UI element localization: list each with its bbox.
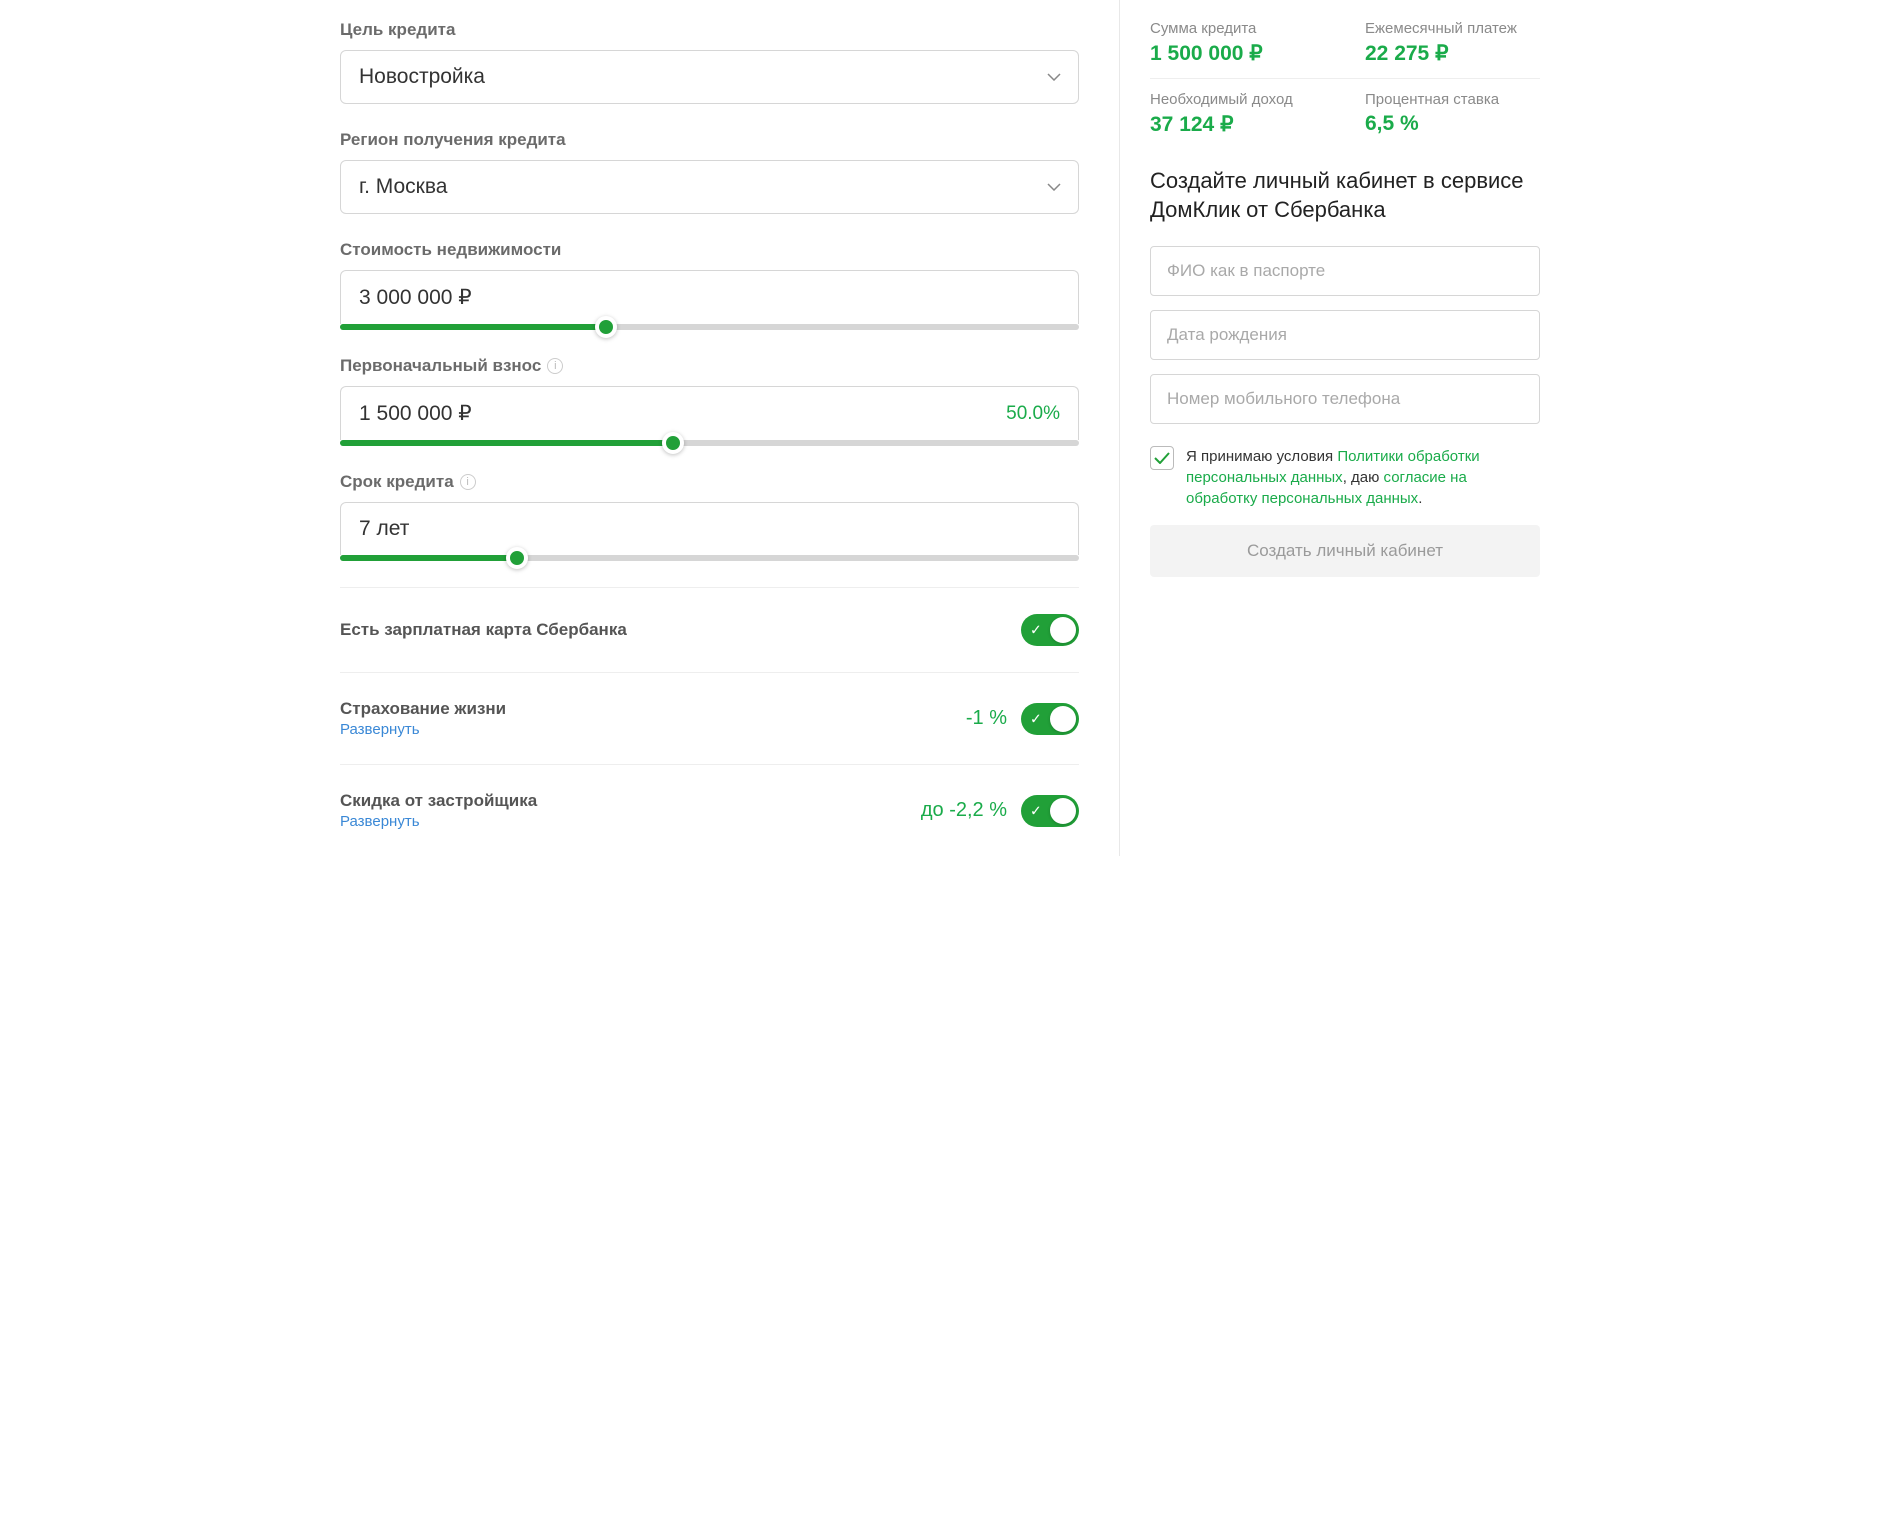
summary-loan-value: 1 500 000 ₽ (1150, 41, 1325, 66)
price-value: 3 000 000 ₽ (359, 285, 472, 310)
summary-rate-value: 6,5 % (1365, 112, 1540, 136)
divider (340, 672, 1079, 673)
life-insurance-label: Страхование жизни (340, 699, 506, 719)
check-icon: ✓ (1030, 802, 1042, 819)
builder-discount-value: до -2,2 % (921, 799, 1007, 822)
info-icon[interactable]: i (547, 358, 563, 374)
region-select[interactable]: г. Москва (340, 160, 1079, 214)
term-input[interactable]: 7 лет (340, 502, 1079, 555)
price-slider[interactable] (340, 324, 1079, 330)
salary-card-label: Есть зарплатная карта Сбербанка (340, 620, 627, 640)
builder-discount-toggle[interactable]: ✓ (1021, 795, 1079, 827)
downpay-slider-fill (340, 440, 673, 446)
life-insurance-toggle[interactable]: ✓ (1021, 703, 1079, 735)
summary-income-label: Необходимый доход (1150, 91, 1325, 108)
summary-rate-label: Процентная ставка (1365, 91, 1540, 108)
summary-rate: Процентная ставка 6,5 % (1365, 91, 1540, 137)
purpose-field: Цель кредита Новостройка (340, 20, 1079, 104)
vertical-divider (1119, 0, 1120, 856)
divider (340, 587, 1079, 588)
life-insurance-discount: -1 % (966, 707, 1007, 730)
summary-income: Необходимый доход 37 124 ₽ (1150, 91, 1325, 137)
signup-title: Создайте личный кабинет в сервисе ДомКли… (1150, 167, 1540, 224)
downpay-input[interactable]: 1 500 000 ₽ 50.0% (340, 386, 1079, 440)
phone-input[interactable] (1150, 374, 1540, 424)
term-slider-thumb[interactable] (506, 547, 528, 569)
price-input[interactable]: 3 000 000 ₽ (340, 270, 1079, 324)
create-account-button[interactable]: Создать личный кабинет (1150, 525, 1540, 577)
price-field: Стоимость недвижимости 3 000 000 ₽ (340, 240, 1079, 330)
consent-checkbox[interactable] (1150, 446, 1174, 470)
purpose-value: Новостройка (340, 50, 1079, 104)
summary-income-value: 37 124 ₽ (1150, 112, 1325, 137)
loan-summary: Сумма кредита 1 500 000 ₽ Ежемесячный пл… (1150, 20, 1540, 137)
summary-monthly-label: Ежемесячный платеж (1365, 20, 1540, 37)
term-value: 7 лет (359, 517, 409, 541)
term-label: Срок кредита i (340, 472, 1079, 492)
toggle-knob (1050, 706, 1076, 732)
purpose-select[interactable]: Новостройка (340, 50, 1079, 104)
downpay-field: Первоначальный взнос i 1 500 000 ₽ 50.0% (340, 356, 1079, 446)
downpay-percent: 50.0% (1006, 403, 1060, 425)
divider (340, 764, 1079, 765)
price-slider-fill (340, 324, 606, 330)
region-value: г. Москва (340, 160, 1079, 214)
toggle-knob (1050, 617, 1076, 643)
purpose-label: Цель кредита (340, 20, 1079, 40)
life-insurance-expand[interactable]: Развернуть (340, 721, 506, 738)
term-slider[interactable] (340, 555, 1079, 561)
info-icon[interactable]: i (460, 474, 476, 490)
dob-input[interactable] (1150, 310, 1540, 360)
summary-monthly: Ежемесячный платеж 22 275 ₽ (1365, 20, 1540, 66)
salary-card-row: Есть зарплатная карта Сбербанка ✓ (340, 608, 1079, 652)
life-insurance-row: Страхование жизни Развернуть -1 % ✓ (340, 693, 1079, 744)
summary-monthly-value: 22 275 ₽ (1365, 41, 1540, 66)
summary-loan: Сумма кредита 1 500 000 ₽ (1150, 20, 1325, 66)
check-icon: ✓ (1030, 622, 1042, 639)
fio-input[interactable] (1150, 246, 1540, 296)
builder-discount-row: Скидка от застройщика Развернуть до -2,2… (340, 785, 1079, 836)
builder-discount-label: Скидка от застройщика (340, 791, 537, 811)
price-slider-thumb[interactable] (595, 316, 617, 338)
region-field: Регион получения кредита г. Москва (340, 130, 1079, 214)
consent-row: Я принимаю условия Политики обработки пе… (1150, 446, 1540, 509)
downpay-value: 1 500 000 ₽ (359, 401, 472, 426)
toggle-knob (1050, 798, 1076, 824)
consent-text: Я принимаю условия Политики обработки пе… (1186, 446, 1540, 509)
summary-loan-label: Сумма кредита (1150, 20, 1325, 37)
salary-card-toggle[interactable]: ✓ (1021, 614, 1079, 646)
builder-discount-expand[interactable]: Развернуть (340, 813, 537, 830)
region-label: Регион получения кредита (340, 130, 1079, 150)
downpay-slider[interactable] (340, 440, 1079, 446)
check-icon: ✓ (1030, 710, 1042, 727)
summary-and-signup: Сумма кредита 1 500 000 ₽ Ежемесячный пл… (1130, 0, 1560, 856)
downpay-slider-thumb[interactable] (662, 432, 684, 454)
term-slider-fill (340, 555, 517, 561)
price-label: Стоимость недвижимости (340, 240, 1079, 260)
divider (1150, 78, 1540, 79)
downpay-label: Первоначальный взнос i (340, 356, 1079, 376)
term-field: Срок кредита i 7 лет (340, 472, 1079, 561)
calculator-form: Цель кредита Новостройка Регион получени… (320, 0, 1109, 856)
